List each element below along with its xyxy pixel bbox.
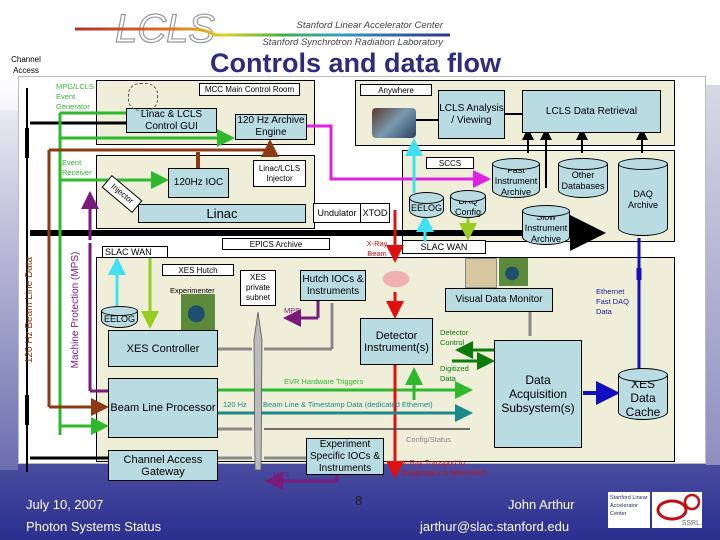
mps-hutch-label: MPS xyxy=(284,306,301,315)
ethernet-daq-label: Ethernet Fast DAQ Data xyxy=(596,287,629,316)
cylinder-top xyxy=(409,192,444,204)
slac-logo: Stanford Linear Accelerator Center xyxy=(608,492,650,528)
evr-triggers-label: EVR Hardware Triggers xyxy=(284,377,364,386)
daq-archive-label: DAQ Archive xyxy=(618,164,668,236)
sample-hands-icon xyxy=(378,268,414,290)
beam-line-data-label: 120 Hz Beam Line Data xyxy=(24,256,35,364)
experimenter-icon xyxy=(181,294,215,330)
detector-control-label: Detector Control xyxy=(440,328,469,347)
archive-engine-box: 120 Hz Archive Engine xyxy=(235,114,307,140)
event-generator-label: MPG/LCLS Event Generator xyxy=(56,82,94,111)
footer-subtitle: Photon Systems Status xyxy=(26,519,162,534)
cylinder-top xyxy=(558,158,608,170)
scientist-icon xyxy=(372,108,416,138)
digitized-data-label: Digitized Data xyxy=(440,364,469,383)
cylinder-top xyxy=(522,205,570,217)
mps-bottom-label: MPS xyxy=(273,470,290,479)
control-gui-box: Linac & LCLS Control GUI xyxy=(126,108,217,133)
eelog-top-cylinder: EELOG xyxy=(409,192,444,218)
ssrl-logo-text: SSRL xyxy=(681,520,700,527)
beam-line-processor-box: Beam Line Processor xyxy=(108,378,218,438)
event-receiver-label: Event Receiver xyxy=(62,158,92,177)
footer-author: John Arthur xyxy=(508,497,575,512)
experimenter-label: Experimenter xyxy=(170,286,215,295)
ioc-120hz-box: 120Hz IOC xyxy=(168,168,229,198)
xes-cache-cylinder: XES Data Cache xyxy=(618,368,668,420)
hutch-iocs-box: Hutch IOCs & Instruments xyxy=(300,270,366,301)
visual-monitor-box: Visual Data Monitor xyxy=(445,288,553,312)
xray-transport-label: X-Ray Transport to Diagnostics & Next Hu… xyxy=(402,458,488,477)
cylinder-top xyxy=(450,190,486,202)
data-retrieval-box: LCLS Data Retrieval xyxy=(522,90,661,133)
xes-controller-box: XES Controller xyxy=(108,330,218,367)
detector-box: Detector Instrument(s) xyxy=(360,318,433,365)
cylinder-top xyxy=(618,158,668,170)
analysis-box: LCLS Analysis / Viewing xyxy=(438,90,505,139)
other-db-cylinder: Other Databases xyxy=(558,158,608,198)
daq-subsystem-box: Data Acquisition Subsystem(s) xyxy=(494,340,582,448)
footer-date: July 10, 2007 xyxy=(26,497,104,512)
config-status-label: Config/Status xyxy=(406,435,452,444)
mps-vertical-label: Machine Protection (MPS) xyxy=(70,251,81,369)
eelog-hutch-cylinder: EELOG xyxy=(101,306,138,328)
xray-beam-label: X-Ray Beam xyxy=(366,239,388,258)
experiment-iocs-box: Experiment Specific IOCs & Instruments xyxy=(306,438,384,475)
footer-email: jarthur@slac.stanford.edu xyxy=(420,519,570,534)
page-number: 8 xyxy=(355,493,363,508)
ssrl-logo: SSRL xyxy=(652,492,702,528)
computer-icon xyxy=(465,258,497,288)
beam-line-timestamp-label: Beam Line & Timestamp Data (dedicated Et… xyxy=(263,400,433,409)
cylinder-top xyxy=(101,306,138,316)
fast-archive-cylinder: Fast Instrument Archive xyxy=(492,158,540,198)
operator-sketch-icon xyxy=(128,83,158,111)
hz120-label: 120 Hz xyxy=(223,400,247,409)
cylinder-top xyxy=(492,158,540,170)
monitor-screen-icon xyxy=(499,258,528,286)
daq-config-cylinder: DAQ Config xyxy=(450,190,486,218)
slow-archive-cylinder: Slow Instrument Archive xyxy=(522,205,570,245)
ca-gateway-box: Channel Access Gateway xyxy=(108,450,218,481)
linac-box: Linac xyxy=(138,204,306,223)
daq-archive-cylinder: DAQ Archive xyxy=(618,158,668,236)
cylinder-top xyxy=(618,368,668,382)
